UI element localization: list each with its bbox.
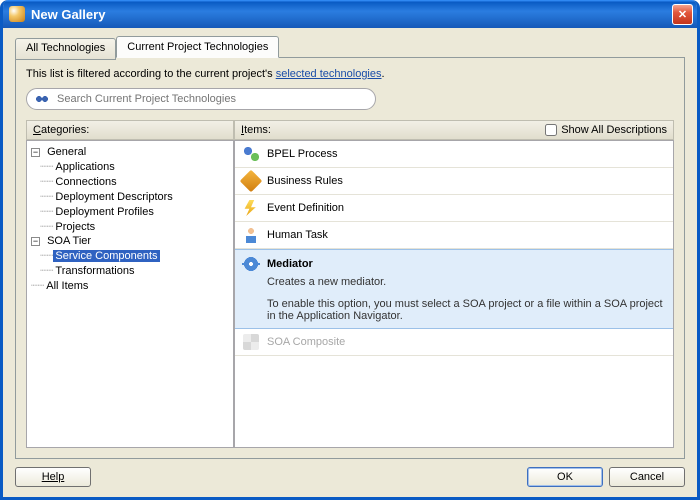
window-title: New Gallery	[31, 7, 672, 22]
search-input[interactable]	[55, 92, 367, 106]
tree-node-connections[interactable]: ┈┈Connections	[31, 174, 229, 189]
filter-text-prefix: This list is filtered according to the c…	[26, 68, 276, 80]
new-gallery-dialog: New Gallery ✕ All Technologies Current P…	[0, 0, 700, 500]
tree-node-deployment-profiles[interactable]: ┈┈Deployment Profiles	[31, 204, 229, 219]
dialog-body: All Technologies Current Project Technol…	[3, 28, 697, 459]
tabstrip: All Technologies Current Project Technol…	[15, 36, 685, 58]
tree-node-service-components[interactable]: ┈┈Service Components	[31, 248, 229, 263]
composite-icon	[243, 334, 259, 350]
tree-node-soa-tier[interactable]: − SOA Tier	[31, 234, 229, 248]
tree-node-transformations[interactable]: ┈┈Transformations	[31, 263, 229, 278]
dialog-footer: Help OK Cancel	[3, 459, 697, 497]
rules-icon	[240, 170, 263, 193]
show-all-checkbox[interactable]	[545, 124, 557, 136]
app-icon	[9, 6, 25, 22]
tree-node-general[interactable]: − General	[31, 145, 229, 159]
show-all-descriptions[interactable]: Show All Descriptions	[545, 124, 667, 136]
split-panes: Categories: − General ┈┈Applications ┈┈C…	[26, 120, 674, 448]
ok-button[interactable]: OK	[527, 467, 603, 487]
item-event-definition[interactable]: Event Definition	[235, 195, 673, 222]
mediator-icon	[243, 256, 259, 272]
close-button[interactable]: ✕	[672, 4, 693, 25]
search-row	[26, 88, 674, 110]
tab-all-technologies[interactable]: All Technologies	[15, 38, 116, 60]
categories-pane: Categories: − General ┈┈Applications ┈┈C…	[26, 120, 234, 448]
tab-panel: This list is filtered according to the c…	[15, 57, 685, 459]
filter-description: This list is filtered according to the c…	[26, 68, 674, 80]
tree-node-projects[interactable]: ┈┈Projects	[31, 219, 229, 234]
help-button[interactable]: Help	[15, 467, 91, 487]
titlebar: New Gallery ✕	[3, 0, 697, 28]
items-list[interactable]: BPEL Process Business Rules Event Defini…	[234, 140, 674, 448]
selected-technologies-link[interactable]: selected technologies	[276, 68, 382, 80]
event-icon	[243, 200, 259, 216]
item-human-task[interactable]: Human Task	[235, 222, 673, 249]
categories-tree[interactable]: − General ┈┈Applications ┈┈Connections ┈…	[26, 140, 234, 448]
tree-node-all-items[interactable]: ┈┈All Items	[31, 278, 229, 293]
categories-header: Categories:	[26, 120, 234, 140]
binoculars-icon	[35, 93, 49, 105]
item-soa-composite: SOA Composite	[235, 329, 673, 356]
mediator-description-2: To enable this option, you must select a…	[267, 298, 665, 322]
tree-node-applications[interactable]: ┈┈Applications	[31, 159, 229, 174]
human-task-icon	[243, 227, 259, 243]
mediator-description-1: Creates a new mediator.	[267, 276, 665, 288]
item-mediator[interactable]: Mediator Creates a new mediator. To enab…	[235, 249, 673, 329]
collapse-icon[interactable]: −	[31, 237, 40, 246]
collapse-icon[interactable]: −	[31, 148, 40, 157]
item-business-rules[interactable]: Business Rules	[235, 168, 673, 195]
item-bpel-process[interactable]: BPEL Process	[235, 141, 673, 168]
bpel-icon	[243, 146, 259, 162]
search-box[interactable]	[26, 88, 376, 110]
tree-node-deployment-descriptors[interactable]: ┈┈Deployment Descriptors	[31, 189, 229, 204]
items-pane: Items: Show All Descriptions BPEL Proces…	[234, 120, 674, 448]
tab-current-project-technologies[interactable]: Current Project Technologies	[116, 36, 279, 58]
cancel-button[interactable]: Cancel	[609, 467, 685, 487]
items-header: Items: Show All Descriptions	[234, 120, 674, 140]
